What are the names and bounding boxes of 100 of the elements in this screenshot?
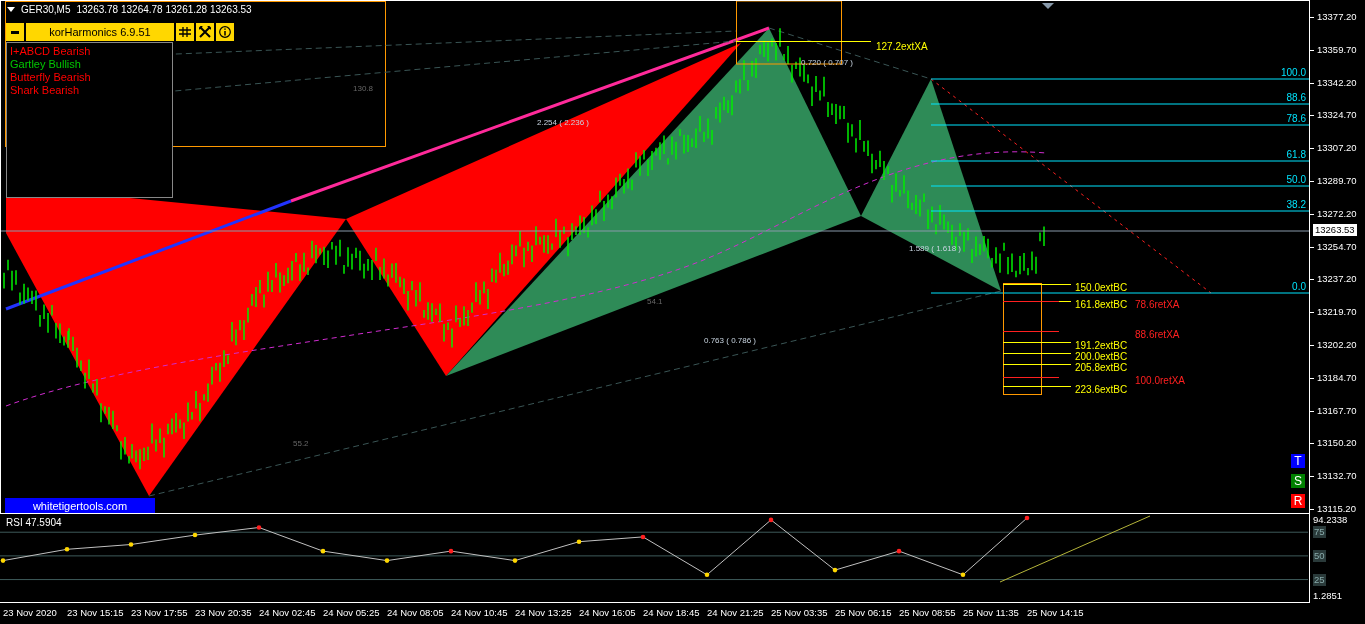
rsi-axis-label: 94.2338	[1313, 514, 1348, 526]
time-axis-label: 24 Nov 16:05	[579, 606, 637, 620]
time-axis-label: 25 Nov 11:35	[963, 606, 1020, 620]
time-axis-label: 25 Nov 06:15	[835, 606, 893, 620]
fibonacci-level-label: 88.6	[1286, 92, 1306, 103]
projection-label: 88.6retXA	[1135, 329, 1180, 340]
layers-button[interactable]	[176, 23, 194, 41]
time-axis-label: 25 Nov 14:15	[1027, 606, 1085, 620]
projection-label: 161.8extBC	[1075, 299, 1128, 310]
rsi-point-marker	[0, 558, 6, 563]
layers-icon	[179, 27, 191, 37]
time-axis-label: 24 Nov 13:25	[515, 606, 573, 620]
rsi-point-marker	[384, 558, 390, 563]
rsi-point-marker	[320, 548, 326, 554]
ratio-label: 130.8	[353, 84, 374, 93]
time-axis-label: 23 Nov 20:35	[195, 606, 253, 620]
indicator-title-button[interactable]: korHarmonics 6.9.51	[26, 23, 174, 41]
pattern-item[interactable]: Butterfly Bearish	[10, 71, 91, 84]
time-axis-label: 23 Nov 17:55	[131, 606, 189, 620]
price-axis-label: 13254.70	[1317, 240, 1357, 253]
price-axis-label: 13324.70	[1317, 109, 1357, 122]
tool-button[interactable]: T	[1291, 454, 1305, 468]
rsi-point-marker	[256, 525, 262, 530]
price-axis-label: 13150.20	[1317, 437, 1357, 450]
price-axis-label: 13289.70	[1317, 175, 1357, 187]
price-axis-label: 13377.20	[1317, 11, 1357, 23]
time-axis-label: 24 Nov 21:25	[707, 606, 765, 620]
rsi-point-marker	[128, 542, 134, 547]
fibonacci-level-label: 100.0	[1280, 67, 1306, 78]
price-axis-label: 13237.20	[1317, 273, 1357, 286]
projection-label: 150.0extBC	[1075, 282, 1128, 293]
price-axis-label: 13167.70	[1317, 404, 1357, 417]
settings-button[interactable]	[196, 23, 214, 41]
fibonacci-level-label: 61.8	[1286, 149, 1306, 160]
projection-label: 223.6extBC	[1075, 384, 1128, 395]
pattern-item[interactable]: I+ABCD Bearish	[10, 45, 91, 58]
price-axis-label: 13219.70	[1317, 306, 1357, 319]
fibonacci-level-label: 78.6	[1286, 113, 1306, 124]
ratio-label: 0.720 ( 0.707 )	[801, 58, 854, 67]
price-axis-label: 13359.70	[1317, 43, 1357, 56]
info-icon	[219, 26, 231, 38]
price-axis-label: 13184.70	[1317, 371, 1357, 384]
projection-label: 78.6retXA	[1135, 299, 1180, 310]
rsi-point-marker	[768, 517, 774, 523]
ratio-label: 2.254 ( 2.236 )	[537, 118, 590, 127]
rsi-point-marker	[640, 534, 646, 540]
pattern-item[interactable]: Gartley Bullish	[10, 58, 81, 71]
tool-button[interactable]: R	[1291, 494, 1305, 508]
minimize-button[interactable]	[6, 23, 24, 41]
time-axis-label: 25 Nov 08:55	[899, 606, 957, 620]
dropdown-icon[interactable]	[7, 7, 15, 12]
rsi-axis-label: 50	[1313, 549, 1326, 562]
pattern-item[interactable]: Shark Bearish	[10, 84, 80, 97]
symbol-label: GER30,M5	[21, 4, 71, 15]
rsi-point-marker	[1024, 515, 1030, 521]
time-axis-label: 25 Nov 03:35	[771, 606, 829, 620]
price-axis-label: 13202.20	[1317, 339, 1357, 351]
projection-label: 100.0retXA	[1135, 375, 1186, 386]
fibonacci-level-label: 38.2	[1286, 199, 1306, 210]
rsi-point-marker	[960, 572, 966, 578]
price-axis-label: 13342.20	[1317, 76, 1357, 89]
extension-label: 127.2extXA	[876, 41, 928, 52]
projection-label: 205.8extBC	[1075, 362, 1128, 373]
price-axis-label: 13115.20	[1317, 503, 1356, 515]
fibonacci-level-label: 0.0	[1292, 281, 1306, 292]
rsi-axis-label: 25	[1313, 573, 1326, 586]
time-axis-label: 24 Nov 05:25	[323, 606, 381, 620]
rsi-point-marker	[512, 558, 518, 563]
time-axis-label: 23 Nov 15:15	[67, 606, 125, 620]
rsi-axis-label: 75	[1313, 526, 1326, 539]
current-price-tag: 13263.53	[1313, 224, 1357, 236]
rsi-point-marker	[896, 548, 902, 554]
tool-button[interactable]: S	[1291, 474, 1305, 488]
time-axis-label: 23 Nov 2020	[3, 606, 58, 620]
rsi-title: RSI 47.5904	[6, 517, 62, 528]
ratio-label: 55.2	[293, 439, 309, 448]
rsi-point-marker	[832, 567, 838, 573]
projection-label: 191.2extBC	[1075, 340, 1128, 351]
fibonacci-level-label: 50.0	[1286, 174, 1306, 185]
time-axis-label: 24 Nov 08:05	[387, 606, 445, 620]
website-link-button[interactable]: whitetigertools.com	[5, 498, 155, 513]
triangle-marker-icon	[1042, 3, 1054, 9]
rsi-point-marker	[192, 532, 198, 538]
rsi-point-marker	[64, 546, 70, 552]
price-axis-label: 13272.20	[1317, 207, 1357, 220]
rsi-point-marker	[704, 572, 710, 578]
quote-values: 13263.78 13264.78 13261.28 13263.53	[76, 4, 252, 15]
ratio-label: 54.1	[647, 297, 663, 306]
ratio-label: 0.763 ( 0.786 )	[704, 336, 757, 345]
rsi-axis-label: 1.2851	[1313, 590, 1343, 602]
minimize-icon	[11, 30, 19, 34]
time-axis-label: 24 Nov 02:45	[259, 606, 317, 620]
info-button[interactable]	[216, 23, 234, 41]
price-axis-label: 13132.70	[1317, 470, 1357, 483]
price-axis-label: 13307.20	[1317, 142, 1357, 155]
time-axis-label: 24 Nov 10:45	[451, 606, 509, 620]
rsi-point-marker	[448, 548, 454, 554]
time-axis-label: 24 Nov 18:45	[643, 606, 701, 620]
rsi-point-marker	[576, 539, 582, 544]
projection-label: 200.0extBC	[1075, 351, 1128, 362]
